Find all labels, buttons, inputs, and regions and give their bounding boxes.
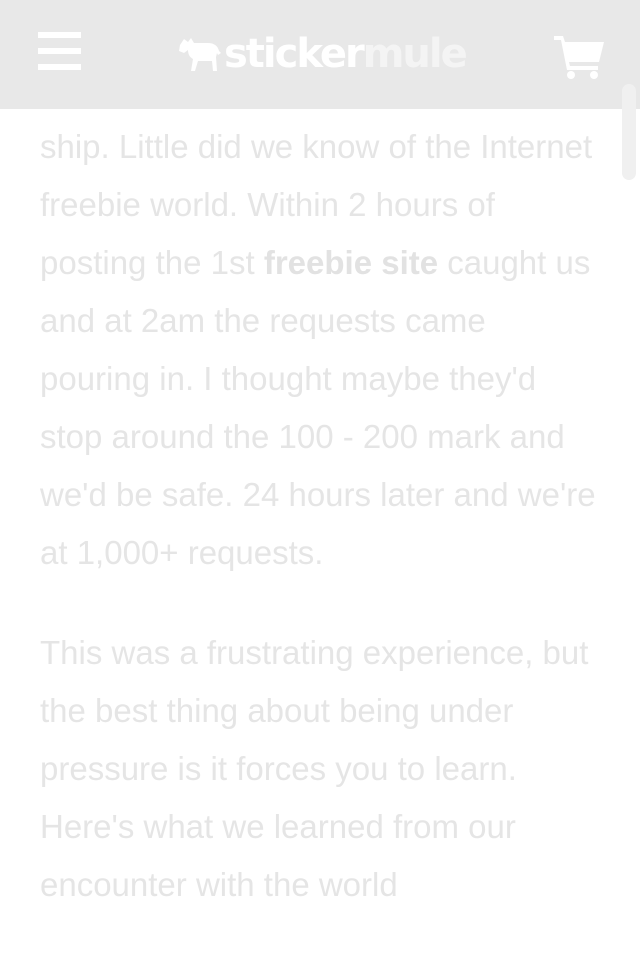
cart-glyph [554,36,604,79]
paragraph-text: caught us and at 2am the requests came p… [40,244,596,571]
logo-text-sticker: sticker [224,31,365,77]
top-header: stickermule [0,0,640,109]
article-body: ship. Little did we know of the Internet… [40,118,600,956]
mule-icon [179,38,221,71]
menu-bar [38,48,81,54]
page: stickermule ship. Little did we know of … [0,0,640,959]
logo-wordmark: stickermule [224,31,468,77]
menu-bar [38,32,81,38]
scrollbar-thumb[interactable] [622,84,636,180]
article-paragraph: This was a frustrating experience, but t… [40,634,589,903]
freebie-site-link[interactable]: freebie site [264,244,438,281]
menu-bar [38,64,81,70]
stickermule-logo[interactable]: stickermule [176,26,468,82]
hamburger-menu-icon[interactable] [30,26,88,80]
logo-text-mule: mule [362,31,468,77]
article-paragraph: ship. Little did we know of the Internet… [40,118,600,582]
shopping-cart-icon[interactable] [552,32,608,80]
